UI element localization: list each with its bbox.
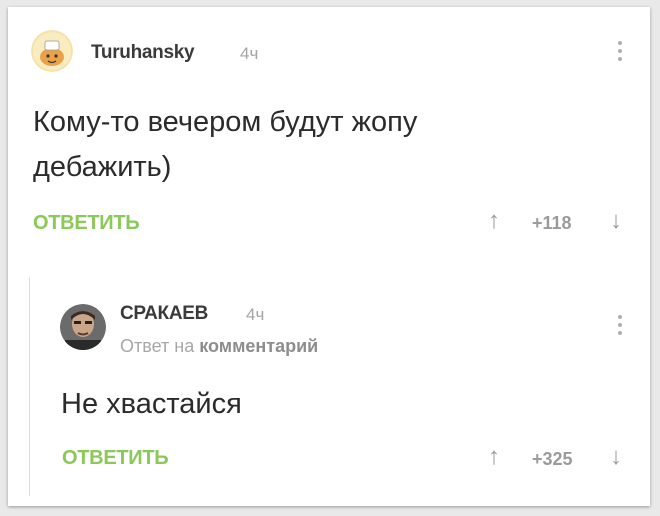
comment-text-line-2: дебажить) (33, 151, 172, 183)
avatar-srakaev[interactable] (60, 304, 106, 350)
reply-text: Не хвастайся (61, 388, 242, 420)
reply-vote-up-icon[interactable]: ↑ (488, 443, 500, 471)
reply-reply-button[interactable]: ОТВЕТИТЬ (62, 447, 169, 470)
reply-author[interactable]: СРАКАЕВ (120, 303, 208, 325)
avatar-turuhansky[interactable] (31, 30, 73, 72)
reply-to-prefix: Ответ на (120, 336, 195, 356)
comment-text-line-1: Кому-то вечером будут жопу (33, 106, 418, 138)
reply-vote-down-icon[interactable]: ↓ (610, 443, 622, 471)
reply-rating: +325 (532, 449, 573, 469)
thread-line (29, 277, 30, 496)
reply-menu-icon[interactable] (618, 315, 622, 339)
comment-rating: +118 (532, 213, 572, 233)
reply-to-link[interactable]: комментарий (199, 336, 318, 356)
comment-author[interactable]: Turuhansky (91, 42, 195, 64)
reply-time: 4ч (246, 305, 265, 324)
comment-time: 4ч (240, 44, 259, 63)
reply-to-text: Ответ на комментарий (120, 336, 318, 357)
reply-button[interactable]: ОТВЕТИТЬ (33, 212, 140, 235)
comments-panel: Turuhansky 4ч Кому-то вечером будут жопу… (8, 7, 650, 506)
comment-menu-icon[interactable] (618, 41, 622, 65)
vote-down-icon[interactable]: ↓ (610, 207, 622, 235)
vote-up-icon[interactable]: ↑ (488, 207, 500, 235)
